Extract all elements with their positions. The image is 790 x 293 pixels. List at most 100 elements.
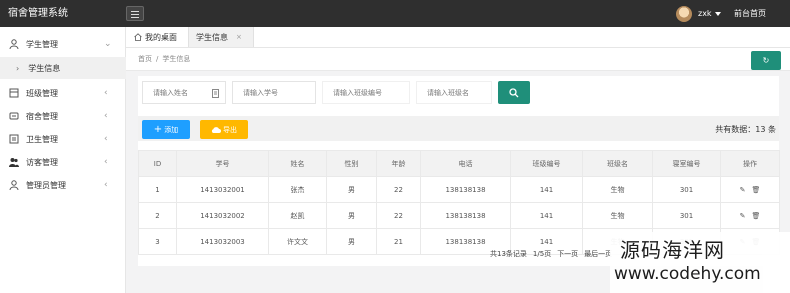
delete-icon[interactable]: 🗑: [751, 186, 760, 194]
sidebar-subitem-student-info[interactable]: › 学生信息: [0, 57, 126, 79]
chevron-left-icon: ‹: [104, 111, 108, 121]
table-cell: 22: [376, 202, 421, 229]
sidebar-item-label: 访客管理: [26, 157, 58, 167]
table-cell: 赵凯: [268, 202, 327, 229]
table-cell: 141: [510, 176, 583, 203]
column-header[interactable]: 寝室编号: [652, 150, 721, 177]
student-no-input[interactable]: 请输入学号: [232, 81, 316, 104]
total-count: 共有数据：13 条: [715, 125, 776, 134]
edit-icon[interactable]: ✎: [740, 212, 746, 220]
sidebar-item-student[interactable]: 学生管理 ⌄: [0, 33, 126, 55]
table-cell: 138138138: [420, 202, 511, 229]
breadcrumb-separator: /: [156, 55, 159, 63]
sidebar-item-hygiene[interactable]: 卫生管理 ‹: [0, 128, 126, 150]
hamburger-icon-line: [131, 14, 139, 15]
column-header[interactable]: 电话: [420, 150, 511, 177]
user-name[interactable]: zxk: [698, 9, 712, 18]
class-no-input[interactable]: 请输入班级编号: [322, 81, 410, 104]
class-name-placeholder: 请输入班级名: [427, 88, 469, 97]
sidebar-item-dorm[interactable]: 宿舍管理 ‹: [0, 105, 126, 127]
export-button-label: 导出: [223, 125, 237, 134]
sidebar-item-admin[interactable]: 管理员管理 ‹: [0, 174, 126, 196]
breadcrumb-current: 学生信息: [162, 55, 191, 63]
table-cell: 3: [138, 228, 177, 255]
chevron-left-icon: ‹: [104, 180, 108, 190]
sidebar-item-label: 学生管理: [26, 39, 58, 49]
hamburger-icon: [131, 11, 139, 12]
avatar[interactable]: [676, 5, 692, 22]
column-header[interactable]: 年龄: [376, 150, 421, 177]
column-header: 操作: [720, 150, 780, 177]
table-cell: 张杰: [268, 176, 327, 203]
home-icon: [134, 33, 142, 41]
admin-icon: [9, 180, 19, 190]
breadcrumb-home[interactable]: 首页: [138, 55, 152, 63]
watermark-title: 源码海洋网: [620, 238, 725, 262]
table-row: 1 1413032001 张杰 男 22 138138138 141 生物 30…: [138, 176, 780, 203]
next-page-link[interactable]: 下一页: [557, 249, 578, 259]
pagination: 共13条记录 1/5页 下一页 最后一页: [490, 249, 612, 259]
close-icon[interactable]: ×: [236, 33, 242, 41]
table-cell: 男: [326, 176, 377, 203]
sidebar-item-label: 宿舍管理: [26, 111, 58, 121]
table-cell: 138138138: [420, 176, 511, 203]
sidebar-item-class[interactable]: 班级管理 ‹: [0, 82, 126, 104]
export-button[interactable]: 导出: [200, 120, 248, 139]
column-header[interactable]: 性别: [326, 150, 377, 177]
tab-student-info[interactable]: 学生信息 ×: [188, 27, 254, 47]
class-name-input[interactable]: 请输入班级名: [416, 81, 492, 104]
table-cell: 男: [326, 228, 377, 255]
watermark: 源码海洋网 www.codehy.com: [610, 232, 790, 293]
column-header[interactable]: 学号: [176, 150, 269, 177]
table-cell: 1413032002: [176, 202, 269, 229]
column-header[interactable]: 姓名: [268, 150, 327, 177]
delete-icon[interactable]: 🗑: [751, 212, 760, 220]
app-brand: 宿舍管理系统: [8, 8, 68, 19]
table-row: 2 1413032002 赵凯 男 22 138138138 141 生物 30…: [138, 202, 780, 229]
sidebar-subitem-label: 学生信息: [28, 63, 61, 73]
column-header[interactable]: 班级名: [582, 150, 653, 177]
tab-bar: 我的桌面 学生信息 ×: [126, 27, 790, 48]
table-cell: 1413032001: [176, 176, 269, 203]
table-cell-actions: ✎🗑: [720, 176, 780, 203]
caret-down-icon[interactable]: [714, 11, 721, 16]
table-cell: 许文文: [268, 228, 327, 255]
top-bar: 宿舍管理系统 zxk 前台首页: [0, 0, 790, 27]
table-header-row: ID 学号 姓名 性别 年龄 电话 班级编号 班级名 寝室编号 操作: [138, 150, 780, 177]
column-header[interactable]: ID: [138, 150, 177, 177]
hygiene-icon: [9, 134, 19, 144]
refresh-button[interactable]: ↻: [751, 51, 781, 70]
table-cell: 141: [510, 202, 583, 229]
toolbar: + 添加 导出 共有数据：13 条: [138, 116, 779, 141]
table-cell: 1: [138, 176, 177, 203]
tab-desktop[interactable]: 我的桌面: [134, 27, 177, 47]
user-menu[interactable]: zxk: [676, 5, 721, 22]
table-cell: 男: [326, 202, 377, 229]
table-cell: 21: [376, 228, 421, 255]
front-home-link[interactable]: 前台首页: [734, 0, 766, 27]
add-button-label: 添加: [164, 125, 179, 134]
chevron-left-icon: ‹: [104, 134, 108, 144]
visitors-icon: [9, 158, 19, 167]
list-icon: [212, 89, 219, 98]
sidebar-item-label: 班级管理: [26, 88, 58, 98]
sidebar-item-label: 管理员管理: [26, 180, 66, 190]
search-form: 请输入姓名 请输入学号 请输入班级编号 请输入班级名: [142, 81, 530, 104]
class-no-placeholder: 请输入班级编号: [333, 88, 382, 97]
table-cell: 2: [138, 202, 177, 229]
sidebar-item-visitors[interactable]: 访客管理 ‹: [0, 151, 126, 173]
column-header[interactable]: 班级编号: [510, 150, 583, 177]
chevron-left-icon: ‹: [104, 157, 108, 167]
edit-icon[interactable]: ✎: [740, 186, 746, 194]
sidebar-item-label: 卫生管理: [26, 134, 58, 144]
menu-toggle-button[interactable]: [126, 6, 144, 21]
search-icon: [509, 87, 519, 97]
table-cell: 生物: [582, 176, 653, 203]
table-cell: 22: [376, 176, 421, 203]
name-input[interactable]: 请输入姓名: [142, 81, 226, 104]
search-button[interactable]: [498, 81, 530, 104]
add-button[interactable]: + 添加: [142, 120, 190, 139]
breadcrumb-bar: 首页 / 学生信息 ↻: [126, 48, 790, 71]
last-page-link[interactable]: 最后一页: [584, 249, 612, 259]
student-no-placeholder: 请输入学号: [243, 88, 278, 97]
